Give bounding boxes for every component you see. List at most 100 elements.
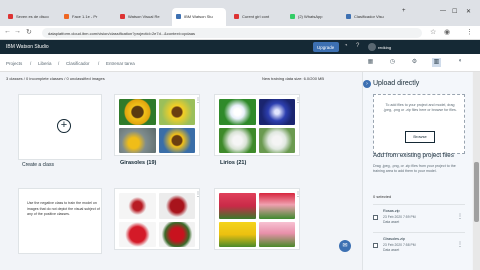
tab-label: Watson Visual Re [128,14,160,19]
thumbnail [158,221,195,247]
file-checkbox[interactable] [373,243,378,248]
forward-icon[interactable]: → [14,28,21,35]
app-name[interactable]: IBM Watson Studio [6,44,49,50]
classes-summary: 3 classes / 0 incomplete classes / 0 unc… [6,76,105,81]
maximize-icon[interactable]: ☐ [452,8,457,15]
class-thumbnails [119,99,195,153]
scrollbar-thumb[interactable] [474,162,479,222]
breadcrumb-item[interactable]: Liberia [38,61,52,66]
tab-favicon-icon [64,14,69,19]
file-meta: 23 Feb 2020 7:59 PM Data asset [383,215,416,224]
thumbnail [119,99,156,125]
project-icon[interactable]: ▦ [366,58,375,67]
browse-button[interactable]: Browse [405,131,435,143]
history-icon[interactable]: ◷ [388,58,397,67]
thumbnail [219,127,256,153]
selected-count: 0 selected [373,194,392,199]
browser-tab[interactable]: Watson Visual Re [116,8,168,26]
tab-label: IBM Watson Stu [184,14,213,19]
browser-tab[interactable]: (2) WhatsApp [286,8,338,26]
list-item[interactable]: Rosas.zip 23 Feb 2020 7:59 PM Data asset … [373,204,465,228]
breadcrumb-item[interactable]: Projects [6,61,22,66]
kebab-icon[interactable]: ⋮ [457,241,463,248]
class-title[interactable]: Lirios (21) [220,160,246,166]
avatar[interactable] [368,43,376,51]
new-tab-icon[interactable]: + [402,8,406,14]
username[interactable]: redking [378,45,391,50]
negative-class-description: Use the negative class to train the mode… [27,201,100,217]
notification-icon[interactable]: ◔ [344,43,348,49]
thumbnail [119,127,156,153]
tab-favicon-icon [290,14,295,19]
thumbnail [219,193,256,219]
file-date: 23 Feb 2020 7:58 PM [383,243,416,247]
negative-class-card[interactable]: Use the negative class to train the mode… [18,188,102,254]
breadcrumb-item[interactable]: Entrenar tarea [106,61,135,66]
extension-icon[interactable]: ◉ [444,28,450,36]
file-name[interactable]: Rosas.zip [383,209,400,213]
kebab-icon[interactable]: ⋮ [457,213,463,220]
file-checkbox[interactable] [373,215,378,220]
breadcrumb-separator: / [30,61,32,66]
browser-tab[interactable]: Clasificador Visu [342,8,398,26]
thumbnail [158,99,195,125]
browser-tab[interactable]: Curent girl cont [230,8,282,26]
tab-favicon-icon [234,14,239,19]
list-item[interactable]: Girasoles.zip 23 Feb 2020 7:58 PM Data as… [373,232,465,256]
class-card-rosas[interactable]: ⋮ [114,188,201,250]
class-card-lirios[interactable]: ⋮ [214,94,301,156]
settings-icon[interactable]: ⚙ [410,58,419,67]
back-icon[interactable]: ← [4,28,11,35]
tab-favicon-icon [346,14,351,19]
upload-panel: › Upload directly To add files to your p… [362,72,472,270]
create-class-label[interactable]: Create a class [22,162,54,168]
tab-label: Clasificador Visu [354,14,384,19]
minimize-icon[interactable]: — [440,8,446,14]
training-size: New training data size: 6.0/200 MB [262,76,325,81]
thumbnail [119,221,156,247]
breadcrumb-separator: / [58,61,60,66]
scrollbar[interactable] [473,72,480,270]
chat-icon[interactable]: ✉ [339,240,351,252]
plus-icon[interactable]: + [57,119,71,133]
tab-favicon-icon [8,14,13,19]
class-thumbnails [219,193,295,247]
tab-favicon-icon [120,14,125,19]
close-window-icon[interactable]: ✕ [466,8,471,15]
assets-panel-icon[interactable]: ▥ [432,58,441,67]
browser-tab-active[interactable]: IBM Watson Stu [172,8,226,26]
existing-files-description: Drag .jpeg, .png, or .zip files from you… [373,164,456,173]
file-type: Data asset [383,219,400,224]
create-class-card[interactable]: + [18,94,102,160]
bookmark-star-icon[interactable]: ☆ [430,28,436,36]
help-icon[interactable]: ? [356,43,359,49]
app-header: IBM Watson Studio Upgrade ◔ ? redking [0,40,480,54]
tab-label: (2) WhatsApp [298,14,323,19]
tab-favicon-icon [176,14,181,19]
file-date: 23 Feb 2020 7:59 PM [383,215,416,219]
reload-icon[interactable]: ↻ [26,28,32,36]
browser-menu-icon[interactable]: ⋮ [466,28,473,36]
close-icon[interactable]: › [363,80,371,88]
card-menu-icon[interactable]: ⋮ [295,191,301,198]
breadcrumb-item[interactable]: Clasificador [66,61,90,66]
thumbnail [158,127,195,153]
class-title[interactable]: Girasoles (19) [120,160,156,166]
card-menu-icon[interactable]: ⋮ [195,191,201,198]
class-card-girasoles[interactable]: ⋮ [114,94,201,156]
class-thumbnails [219,99,295,153]
file-dropzone[interactable]: To add files to your project and model, … [373,94,465,154]
browser-tab[interactable]: Seven es de disco [4,8,56,26]
url-field[interactable]: dataplatform.cloud.ibm.com/vision/classi… [42,28,422,38]
thumbnail [219,221,256,247]
tab-label: Face 1.1e - Pr [72,14,98,19]
upgrade-button[interactable]: Upgrade [313,42,339,52]
thumbnail [258,99,295,125]
class-card-tulipanes[interactable]: ⋮ [214,188,301,250]
card-menu-icon[interactable]: ⋮ [195,97,201,104]
thumbnail [158,193,195,219]
browser-tab[interactable]: Face 1.1e - Pr [60,8,112,26]
file-name[interactable]: Girasoles.zip [383,237,405,241]
compass-icon[interactable]: ◐ [456,58,465,67]
card-menu-icon[interactable]: ⋮ [295,97,301,104]
